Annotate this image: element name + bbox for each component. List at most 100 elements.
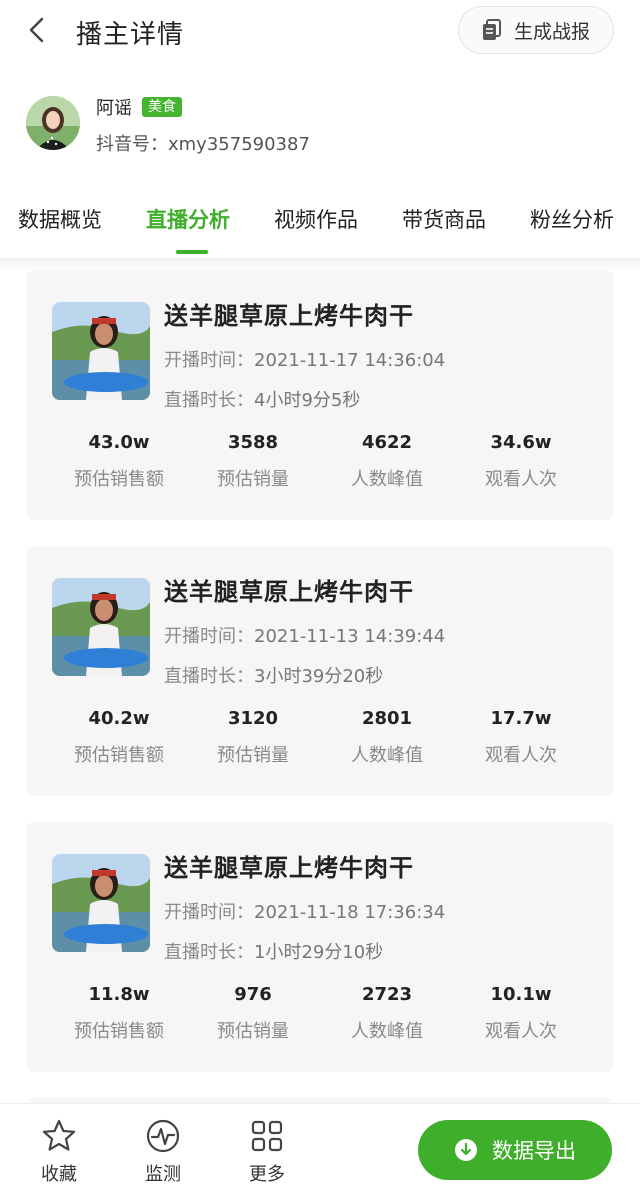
page: 播主详情 生成战报 阿谣 美食 抖音号：xmy357590387 数据概览 直播… xyxy=(0,0,640,1191)
stat-peak-viewers: 4622 人数峰值 xyxy=(320,432,454,491)
stats-row: 43.0w 预估销售额 3588 预估销量 4622 人数峰值 34.6w 观看人次 xyxy=(26,432,614,502)
stat-label: 观看人次 xyxy=(485,469,557,490)
more-label: 更多 xyxy=(249,1164,285,1185)
live-thumbnail xyxy=(52,854,150,952)
tab-data-overview[interactable]: 数据概览 xyxy=(18,204,102,234)
stat-peak-viewers: 2723 人数峰值 xyxy=(320,984,454,1043)
document-icon xyxy=(482,19,501,40)
duration-row: 直播时长：3小时39分20秒 xyxy=(164,662,383,688)
stat-value: 10.1w xyxy=(490,984,552,1005)
duration-label: 直播时长： xyxy=(164,390,254,411)
stat-value: 34.6w xyxy=(490,432,552,453)
stat-total-views: 10.1w 观看人次 xyxy=(454,984,588,1043)
stat-value: 2801 xyxy=(361,708,413,729)
live-title: 送羊腿草原上烤牛肉干 xyxy=(164,854,414,882)
tab-live-analysis[interactable]: 直播分析 xyxy=(146,204,230,234)
stat-label: 预估销售额 xyxy=(74,745,164,766)
live-thumbnail xyxy=(52,302,150,400)
header: 播主详情 生成战报 xyxy=(0,0,640,62)
start-time-row: 开播时间：2021-11-17 14:36:04 xyxy=(164,346,445,372)
tab-products[interactable]: 带货商品 xyxy=(402,204,486,234)
page-title: 播主详情 xyxy=(76,20,185,50)
stat-value: 976 xyxy=(234,984,272,1005)
more-button[interactable]: 更多 xyxy=(232,1118,302,1186)
start-time-label: 开播时间： xyxy=(164,626,254,647)
generate-report-label: 生成战报 xyxy=(513,20,590,43)
stat-peak-viewers: 2801 人数峰值 xyxy=(320,708,454,767)
start-time-row: 开播时间：2021-11-18 17:36:34 xyxy=(164,898,445,924)
duration-value: 4小时9分5秒 xyxy=(254,390,361,411)
start-time-value: 2021-11-18 17:36:34 xyxy=(254,902,446,923)
stat-total-views: 17.7w 观看人次 xyxy=(454,708,588,767)
live-session-card[interactable]: 送羊腿草原上烤牛肉干 开播时间：2021-11-18 17:36:34 直播时长… xyxy=(26,822,614,1072)
stat-label: 预估销量 xyxy=(217,469,289,490)
stat-label: 观看人次 xyxy=(485,745,557,766)
active-tab-indicator xyxy=(176,250,208,254)
streamer-profile: 阿谣 美食 抖音号：xmy357590387 xyxy=(0,88,640,168)
bottom-action-bar: 收藏 监测 更多 数据导出 xyxy=(0,1103,640,1191)
stat-value: 11.8w xyxy=(88,984,150,1005)
start-time-value: 2021-11-17 14:36:04 xyxy=(254,350,446,371)
monitor-label: 监测 xyxy=(145,1164,181,1185)
live-thumbnail xyxy=(52,578,150,676)
tab-video-works[interactable]: 视频作品 xyxy=(274,204,358,234)
favorite-button[interactable]: 收藏 xyxy=(24,1118,94,1186)
stat-estimated-sales: 40.2w 预估销售额 xyxy=(52,708,186,767)
start-time-row: 开播时间：2021-11-13 14:39:44 xyxy=(164,622,445,648)
stat-estimated-sales: 43.0w 预估销售额 xyxy=(52,432,186,491)
favorite-label: 收藏 xyxy=(41,1164,77,1185)
star-icon xyxy=(42,1119,76,1151)
duration-row: 直播时长：4小时9分5秒 xyxy=(164,386,360,412)
monitor-button[interactable]: 监测 xyxy=(128,1118,198,1186)
duration-label: 直播时长： xyxy=(164,666,254,687)
douyin-account: 抖音号：xmy357590387 xyxy=(96,134,310,155)
stat-estimated-volume: 976 预估销量 xyxy=(186,984,320,1043)
stat-value: 17.7w xyxy=(490,708,552,729)
stat-estimated-volume: 3588 预估销量 xyxy=(186,432,320,491)
start-time-label: 开播时间： xyxy=(164,902,254,923)
stat-total-views: 34.6w 观看人次 xyxy=(454,432,588,491)
streamer-name: 阿谣 xyxy=(96,98,132,119)
grid-icon xyxy=(251,1120,283,1152)
name-line: 阿谣 美食 xyxy=(96,94,182,120)
tab-bar: 数据概览 直播分析 视频作品 带货商品 粉丝分析 xyxy=(0,192,640,258)
stat-label: 预估销售额 xyxy=(74,469,164,490)
back-arrow-icon xyxy=(29,17,44,43)
stat-value: 2723 xyxy=(361,984,413,1005)
export-data-button[interactable]: 数据导出 xyxy=(418,1120,612,1180)
stat-value: 40.2w xyxy=(88,708,150,729)
start-time-value: 2021-11-13 14:39:44 xyxy=(254,626,446,647)
stat-value: 3120 xyxy=(227,708,279,729)
duration-value: 3小时39分20秒 xyxy=(254,666,384,687)
stat-value: 3588 xyxy=(227,432,279,453)
stat-estimated-sales: 11.8w 预估销售额 xyxy=(52,984,186,1043)
generate-report-button[interactable]: 生成战报 xyxy=(458,6,614,54)
tab-fan-analysis[interactable]: 粉丝分析 xyxy=(530,204,614,234)
stat-label: 人数峰值 xyxy=(351,469,423,490)
download-icon xyxy=(455,1139,477,1161)
live-session-card[interactable]: 送羊腿草原上烤牛肉干 开播时间：2021-11-13 14:39:44 直播时长… xyxy=(26,546,614,796)
stat-label: 人数峰值 xyxy=(351,1021,423,1042)
live-title: 送羊腿草原上烤牛肉干 xyxy=(164,302,414,330)
stat-label: 观看人次 xyxy=(485,1021,557,1042)
export-data-label: 数据导出 xyxy=(492,1139,576,1163)
stats-row: 11.8w 预估销售额 976 预估销量 2723 人数峰值 10.1w 观看人次 xyxy=(26,984,614,1054)
live-session-card[interactable]: 送羊腿草原上烤牛肉干 开播时间：2021-11-17 14:36:04 直播时长… xyxy=(26,270,614,520)
pulse-icon xyxy=(146,1119,180,1153)
duration-value: 1小时29分10秒 xyxy=(254,942,384,963)
category-tag: 美食 xyxy=(142,97,182,117)
avatar[interactable] xyxy=(26,96,80,150)
live-title: 送羊腿草原上烤牛肉干 xyxy=(164,578,414,606)
stat-value: 4622 xyxy=(361,432,413,453)
stat-label: 人数峰值 xyxy=(351,745,423,766)
stat-label: 预估销售额 xyxy=(74,1021,164,1042)
stat-label: 预估销量 xyxy=(217,745,289,766)
duration-row: 直播时长：1小时29分10秒 xyxy=(164,938,383,964)
back-button[interactable] xyxy=(22,14,54,46)
stat-estimated-volume: 3120 预估销量 xyxy=(186,708,320,767)
stat-value: 43.0w xyxy=(88,432,150,453)
start-time-label: 开播时间： xyxy=(164,350,254,371)
duration-label: 直播时长： xyxy=(164,942,254,963)
stats-row: 40.2w 预估销售额 3120 预估销量 2801 人数峰值 17.7w 观看人次 xyxy=(26,708,614,778)
stat-label: 预估销量 xyxy=(217,1021,289,1042)
